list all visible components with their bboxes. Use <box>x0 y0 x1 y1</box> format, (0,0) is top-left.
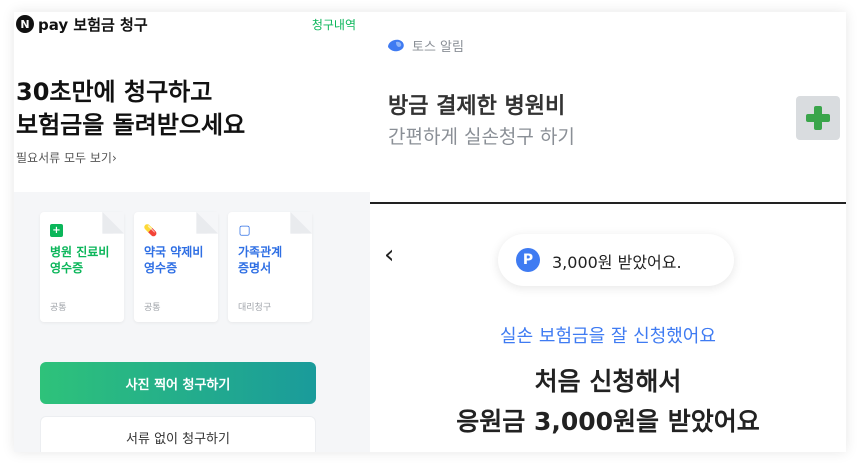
doc-card-pharmacy-receipt[interactable]: 💊 약국 약제비 영수증 공통 <box>134 212 218 322</box>
screenshot-frame: N pay 보험금 청구 청구내역 30초만에 청구하고 보험금을 돌려받으세요… <box>0 0 862 465</box>
npay-logo-icon: N <box>16 15 34 33</box>
doc-card-name: 병원 진료비 영수증 <box>50 244 120 276</box>
chevron-right-icon: › <box>111 151 117 165</box>
page-fold <box>196 212 218 234</box>
claim-result-panel: ‹ P 3,000원 받았어요. 실손 보험금을 잘 신청했어요 처음 신청해서… <box>370 204 846 452</box>
claim-history-link[interactable]: 청구내역 <box>312 16 356 33</box>
result-subtitle: 실손 보험금을 잘 신청했어요 <box>500 326 716 347</box>
notification-sender: 토스 알림 <box>412 40 464 55</box>
doc-card-hospital-receipt[interactable]: + 병원 진료비 영수증 공통 <box>40 212 124 322</box>
page-fold <box>102 212 124 234</box>
headline: 30초만에 청구하고 보험금을 돌려받으세요 <box>16 76 245 142</box>
doc-name-line1: 병원 진료비 <box>50 245 110 259</box>
result-headline-line2: 응원금 3,000원을 받았어요 <box>456 407 760 436</box>
id-card-icon: ▢ <box>238 223 251 238</box>
doc-card-tag: 대리청구 <box>238 303 272 313</box>
result-headline-line1: 처음 신청해서 <box>534 367 682 396</box>
page-fold <box>290 212 312 234</box>
doc-name-line2: 영수증 <box>144 261 178 275</box>
required-docs-link[interactable]: 필요서류 모두 보기› <box>16 149 117 166</box>
back-button[interactable]: ‹ <box>384 240 394 270</box>
doc-name-line1: 약국 약제비 <box>144 245 204 259</box>
toss-notification[interactable]: 토스 알림 방금 결제한 병원비 간편하게 실손청구 하기 <box>370 12 846 202</box>
no-docs-claim-button[interactable]: 서류 없이 청구하기 <box>40 416 316 452</box>
plus-bar-vertical <box>814 106 822 130</box>
notification-title: 방금 결제한 병원비 <box>388 94 566 119</box>
medical-plus-icon <box>796 96 840 140</box>
pill-icon: 💊 <box>143 224 158 237</box>
doc-card-name: 가족관계 증명서 <box>238 244 308 276</box>
doc-card-family-certificate[interactable]: ▢ 가족관계 증명서 대리청구 <box>228 212 312 322</box>
doc-card-tag: 공통 <box>144 303 161 313</box>
point-icon: P <box>516 248 540 272</box>
doc-name-line2: 영수증 <box>50 261 84 275</box>
doc-name-line1: 가족관계 <box>238 245 283 259</box>
required-docs-label: 필요서류 모두 보기 <box>16 151 112 165</box>
doc-name-line2: 증명서 <box>238 261 272 275</box>
npay-header: N pay 보험금 청구 청구내역 <box>14 12 370 38</box>
hospital-plus-icon: + <box>50 224 63 237</box>
doc-card-tag: 공통 <box>50 303 67 313</box>
page-title: pay 보험금 청구 <box>38 16 148 34</box>
npay-claim-panel: N pay 보험금 청구 청구내역 30초만에 청구하고 보험금을 돌려받으세요… <box>14 12 370 452</box>
reward-text: 3,000원 받았어요. <box>552 253 682 272</box>
headline-line-2: 보험금을 돌려받으세요 <box>16 111 246 139</box>
photo-claim-button[interactable]: 사진 찍어 청구하기 <box>40 362 316 404</box>
notification-subtitle: 간편하게 실손청구 하기 <box>388 126 575 148</box>
headline-line-1: 30초만에 청구하고 <box>16 78 213 106</box>
toss-logo-icon <box>388 39 404 52</box>
reward-badge: P 3,000원 받았어요. <box>498 234 734 286</box>
doc-card-name: 약국 약제비 영수증 <box>144 244 214 276</box>
